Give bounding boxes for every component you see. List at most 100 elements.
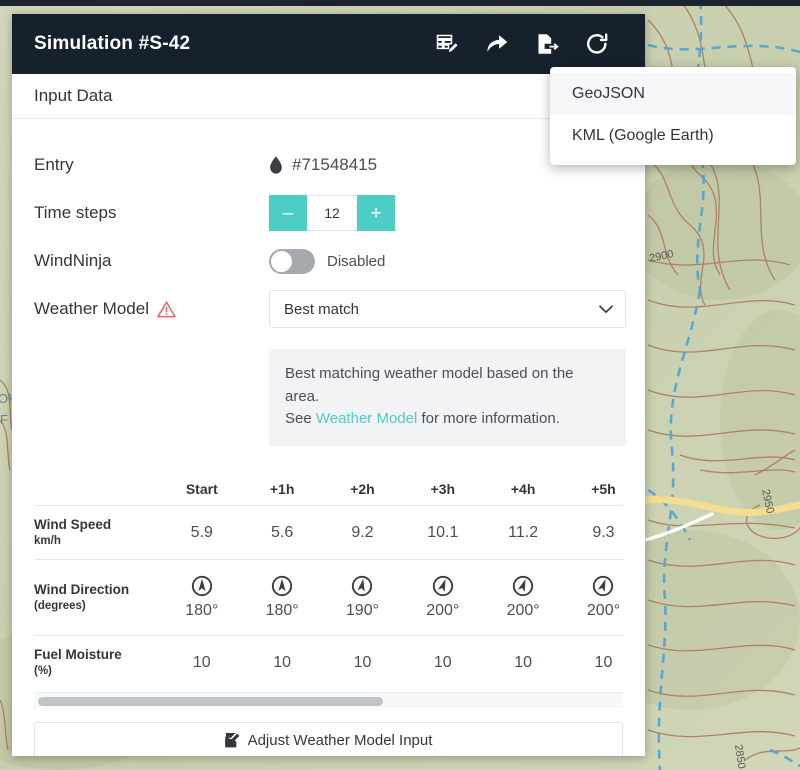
time-steps-label: Time steps	[34, 203, 117, 222]
header-actions	[435, 32, 623, 56]
table-cell: 10	[433, 653, 452, 671]
scrollbar-thumb[interactable]	[38, 696, 383, 706]
row-label: Wind Speed	[34, 516, 112, 532]
increment-button[interactable]: +	[357, 195, 395, 231]
row-unit: (degrees)	[34, 599, 86, 612]
section-title: Input Data	[34, 86, 113, 105]
table-cell: 5.9	[190, 523, 213, 541]
horizontal-scrollbar[interactable]	[34, 691, 623, 708]
wind-direction-compass-icon	[351, 575, 373, 597]
windninja-row: WindNinja Disabled	[34, 237, 623, 285]
weather-model-row: Weather Model Best match	[34, 285, 626, 333]
info-see-prefix: See	[285, 410, 316, 427]
wind-direction-compass-icon	[592, 575, 614, 597]
weather-model-label-text: Weather Model	[34, 299, 149, 318]
toggle-knob	[271, 250, 292, 272]
table-cell: 5.6	[271, 523, 294, 541]
windninja-toggle[interactable]	[269, 248, 315, 274]
panel-header: Simulation #S-42	[12, 14, 645, 74]
table-cell: 9.2	[351, 523, 374, 541]
wind-direction-value: 200°	[586, 602, 620, 619]
wind-direction-value: 190°	[345, 602, 379, 619]
row-unit: km/h	[34, 534, 61, 547]
info-see-suffix: for more information.	[417, 410, 560, 427]
row-label: Wind Direction	[34, 581, 130, 597]
row-header: Wind Speed km/h	[34, 506, 162, 560]
export-format-menu: GeoJSON KML (Google Earth)	[550, 67, 796, 165]
warning-triangle-icon	[157, 300, 176, 317]
wind-direction-compass-icon	[271, 575, 293, 597]
info-line-1: Best matching weather model based on the…	[285, 365, 574, 405]
weather-model-label: Weather Model	[34, 299, 269, 319]
table-cell: 10	[594, 653, 613, 671]
column-header: +1h	[269, 481, 295, 497]
wind-direction-value: 180°	[185, 602, 219, 619]
map-left-label: F	[0, 412, 8, 427]
table-row: Wind Speed km/h 5.9 5.6 9.2 10.1 11.2 9.…	[34, 505, 623, 560]
panel-body: Entry #71548415 Time steps – 12 + WindNi…	[12, 119, 645, 756]
info-line-2: See Weather Model for more information.	[285, 408, 610, 431]
windninja-label: WindNinja	[34, 251, 112, 270]
table-header-row: Start +1h +2h +3h +4h +5h +6h	[34, 468, 623, 506]
table-cell: 10.1	[427, 523, 459, 541]
table-body: Wind Speed km/h 5.9 5.6 9.2 10.1 11.2 9.…	[34, 505, 623, 690]
entry-label: Entry	[34, 155, 74, 174]
wind-direction-value: 200°	[426, 602, 460, 619]
page-title: Simulation #S-42	[34, 33, 191, 54]
time-steps-row: Time steps – 12 +	[34, 189, 623, 237]
table-cell: 180°	[162, 560, 242, 636]
table-cell: 11.2	[508, 523, 539, 541]
entry-id: #71548415	[292, 155, 378, 174]
row-header: Fuel Moisture (%)	[34, 636, 162, 690]
wind-direction-value: 200°	[506, 602, 540, 619]
flame-icon	[270, 155, 282, 174]
quantity-stepper[interactable]: – 12 +	[269, 195, 395, 231]
menu-item-kml[interactable]: KML (Google Earth)	[550, 115, 796, 157]
wind-direction-compass-icon	[432, 575, 454, 597]
time-steps-value[interactable]: 12	[307, 195, 357, 231]
chevron-down-icon	[599, 304, 613, 313]
column-header: Start	[185, 481, 218, 497]
table-row: Wind Direction (degrees) 180° 180° 190°	[34, 559, 623, 636]
column-header: +4h	[510, 481, 536, 497]
windninja-state: Disabled	[327, 252, 386, 270]
pencil-square-icon	[224, 733, 240, 748]
adjust-button-label: Adjust Weather Model Input	[247, 732, 433, 749]
entry-value-wrap: #71548415	[269, 155, 377, 175]
row-unit: (%)	[34, 665, 52, 678]
weather-model-link[interactable]: Weather Model	[316, 410, 417, 427]
table-corner-cell	[34, 468, 162, 506]
weather-model-selected: Best match	[284, 300, 360, 318]
wind-direction-compass-icon	[191, 575, 213, 597]
row-label: Fuel Moisture	[34, 646, 122, 662]
share-icon[interactable]	[485, 32, 509, 56]
weather-table-scroll-area[interactable]: Start +1h +2h +3h +4h +5h +6h Wind Speed	[34, 468, 623, 690]
table-cell: 190°	[322, 560, 402, 636]
table-edit-icon[interactable]	[435, 32, 459, 56]
wind-direction-value: 180°	[265, 602, 299, 619]
column-header: +2h	[350, 481, 375, 497]
column-header: +3h	[430, 481, 456, 497]
table-cell: 200°	[563, 560, 623, 636]
refresh-icon[interactable]	[585, 32, 609, 56]
table-cell: 9.3	[592, 523, 615, 541]
window-top-edge	[0, 0, 800, 6]
weather-model-select[interactable]: Best match	[269, 290, 626, 328]
table-cell: 10	[273, 653, 292, 671]
table-cell: 200°	[483, 560, 563, 636]
row-header: Wind Direction (degrees)	[34, 560, 162, 636]
weather-model-info: Best matching weather model based on the…	[269, 349, 626, 446]
decrement-button[interactable]: –	[269, 195, 307, 231]
column-header: +5h	[591, 481, 616, 497]
entry-row: Entry #71548415	[34, 141, 623, 189]
menu-item-geojson[interactable]: GeoJSON	[550, 73, 796, 115]
table-row: Fuel Moisture (%) 10 10 10 10 10 10 10	[34, 635, 623, 690]
table-cell: 10	[192, 653, 211, 671]
wind-direction-compass-icon	[512, 575, 534, 597]
table-cell: 10	[353, 653, 372, 671]
weather-table: Start +1h +2h +3h +4h +5h +6h Wind Speed	[34, 468, 623, 690]
table-cell: 10	[514, 653, 533, 671]
table-cell: 200°	[403, 560, 483, 636]
adjust-weather-model-input-button[interactable]: Adjust Weather Model Input	[34, 721, 623, 756]
file-export-icon[interactable]	[535, 32, 559, 56]
